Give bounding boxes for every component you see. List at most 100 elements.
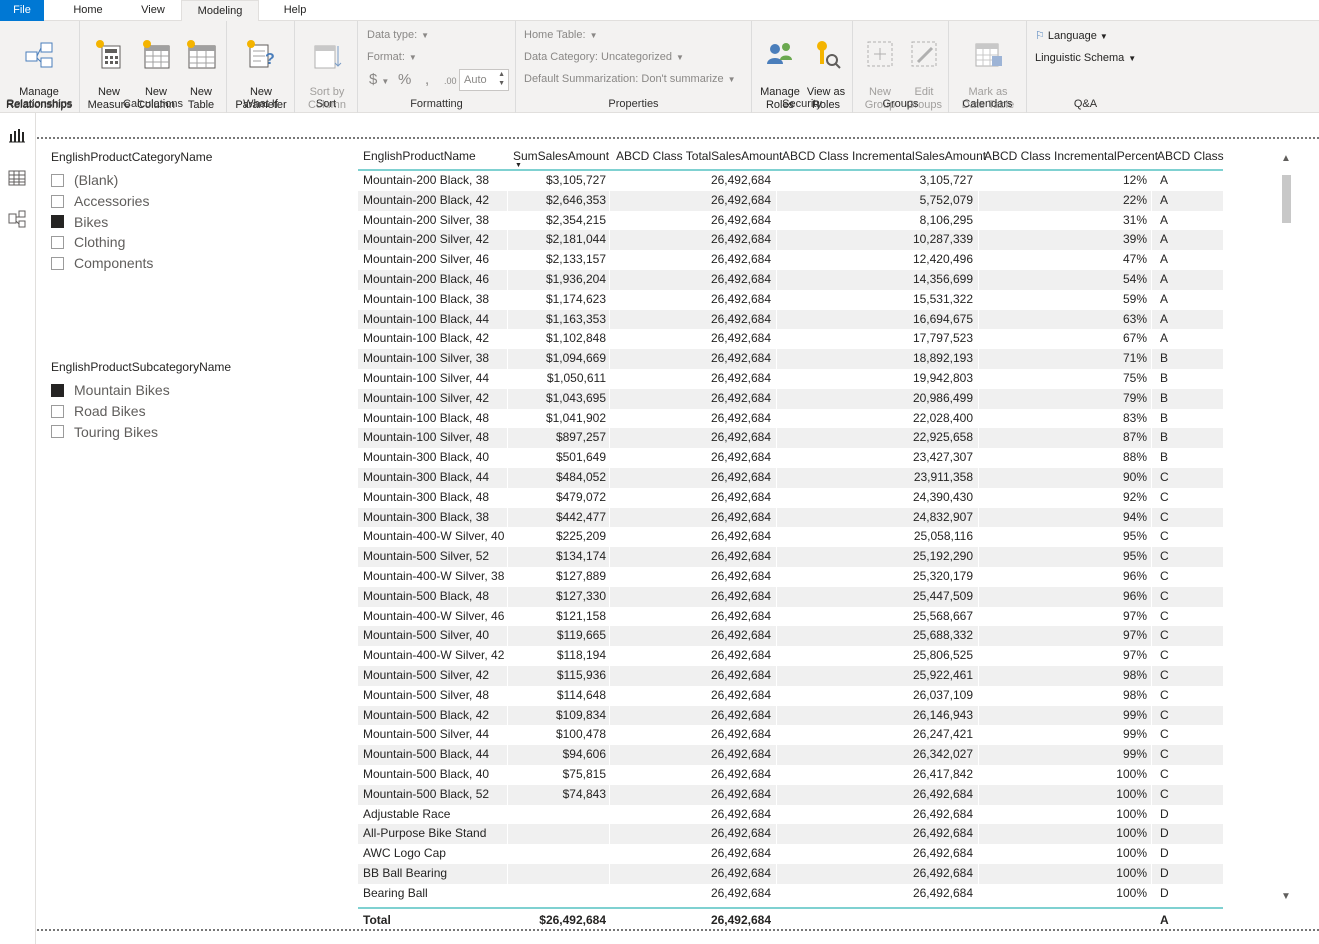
table-row[interactable]: Mountain-300 Black, 38 $442,477 26,492,684…: [358, 507, 1223, 528]
table-row[interactable]: Mountain-100 Black, 42 $1,102,848 26,492,6…: [358, 329, 1223, 350]
decimals-button[interactable]: .00: [444, 76, 457, 86]
table-row[interactable]: Mountain-500 Black, 48 $127,330 26,492,684…: [358, 586, 1223, 607]
table-row[interactable]: Mountain-500 Silver, 40 $119,665 26,492,68…: [358, 626, 1223, 647]
cell-product-name: Mountain-200 Black, 42: [363, 192, 490, 207]
column-separator: [776, 566, 777, 587]
table-row[interactable]: Bearing Ball 26,492,684 26,492,684 100% D: [358, 883, 1223, 904]
tab-file[interactable]: File: [0, 0, 44, 21]
cell-incremental-sales: 24,390,430: [912, 489, 973, 504]
column-separator: [507, 388, 508, 409]
tab-help[interactable]: Help: [268, 0, 322, 21]
slicer-item[interactable]: Clothing: [51, 232, 212, 253]
table-row[interactable]: Mountain-100 Silver, 44 $1,050,611 26,492,…: [358, 368, 1223, 389]
table-row[interactable]: Mountain-500 Black, 44 $94,606 26,492,684 2…: [358, 745, 1223, 765]
table-row[interactable]: AWC Logo Cap 26,492,684 26,492,684 100% D: [358, 844, 1223, 864]
column-separator: [978, 586, 979, 607]
cell-incremental-percent: 39%: [1122, 232, 1147, 247]
table-row[interactable]: Mountain-400-W Silver, 38 $127,889 26,492,…: [358, 566, 1223, 587]
slicer-item[interactable]: Mountain Bikes: [51, 380, 231, 401]
tab-home[interactable]: Home: [60, 0, 116, 21]
data-category-dropdown[interactable]: Data Category: Uncategorized ▼: [524, 51, 684, 63]
table-row[interactable]: Mountain-500 Black, 52 $74,843 26,492,684 2…: [358, 784, 1223, 805]
default-summarization-dropdown[interactable]: Default Summarization: Don't summarize ▼: [524, 73, 735, 85]
slicer-item[interactable]: (Blank): [51, 170, 212, 191]
table-row[interactable]: Mountain-200 Silver, 38 $2,354,215 26,492,…: [358, 210, 1223, 231]
home-table-dropdown[interactable]: Home Table: ▼: [524, 29, 597, 41]
format-dropdown[interactable]: Format: ▼: [367, 51, 417, 63]
column-separator: [609, 408, 610, 429]
table-row[interactable]: Mountain-500 Silver, 48 $114,648 26,492,68…: [358, 685, 1223, 706]
scroll-down-icon[interactable]: ▼: [1281, 891, 1291, 902]
checkbox-icon[interactable]: [51, 194, 64, 208]
tab-view[interactable]: View: [126, 0, 180, 21]
slicer-item[interactable]: Accessories: [51, 191, 212, 212]
table-row[interactable]: Mountain-500 Black, 42 $109,834 26,492,684…: [358, 705, 1223, 726]
slicer-item[interactable]: Touring Bikes: [51, 421, 231, 442]
checkbox-checked-icon[interactable]: [51, 215, 64, 229]
column-separator: [507, 626, 508, 647]
column-header-incremental-sales[interactable]: ABCD Class IncrementalSalesAmount: [782, 149, 986, 163]
cell-product-name: Mountain-500 Black, 48: [363, 588, 490, 603]
scroll-up-icon[interactable]: ▲: [1281, 153, 1291, 164]
table-row[interactable]: Mountain-100 Silver, 42 $1,043,695 26,492,…: [358, 388, 1223, 409]
slicer-item[interactable]: Road Bikes: [51, 401, 231, 422]
data-view-icon[interactable]: [7, 168, 27, 188]
model-view-icon[interactable]: [7, 209, 27, 229]
data-type-dropdown[interactable]: Data type: ▼: [367, 29, 429, 41]
checkbox-icon[interactable]: [51, 173, 64, 187]
table-row[interactable]: Mountain-100 Silver, 38 $1,094,669 26,492,…: [358, 349, 1223, 369]
slicer-item[interactable]: Components: [51, 253, 212, 274]
percent-button[interactable]: %: [398, 71, 411, 88]
table-row[interactable]: Mountain-100 Black, 48 $1,041,902 26,492,6…: [358, 408, 1223, 429]
table-scrollbar[interactable]: ▲ ▼: [1280, 153, 1292, 903]
table-row[interactable]: Mountain-400-W Silver, 46 $121,158 26,492,…: [358, 606, 1223, 627]
language-dropdown[interactable]: ⚐ Language ▼: [1035, 29, 1108, 42]
report-view-icon[interactable]: [7, 125, 27, 145]
table-row[interactable]: Mountain-200 Black, 38 $3,105,727 26,492,6…: [358, 171, 1223, 191]
column-header-sum-sales[interactable]: SumSalesAmount: [513, 149, 609, 163]
table-row[interactable]: Mountain-300 Black, 44 $484,052 26,492,684…: [358, 467, 1223, 488]
cell-incremental-percent: 97%: [1122, 608, 1147, 623]
tab-modeling[interactable]: Modeling: [181, 0, 259, 22]
checkbox-icon[interactable]: [51, 256, 64, 270]
table-row[interactable]: BB Ball Bearing 26,492,684 26,492,684 100% D: [358, 863, 1223, 884]
comma-button[interactable]: ,: [425, 71, 429, 88]
table-row[interactable]: Mountain-100 Black, 38 $1,174,623 26,492,6…: [358, 289, 1223, 310]
column-header-total-sales[interactable]: ABCD Class TotalSalesAmount: [616, 149, 783, 163]
table-row[interactable]: Mountain-200 Silver, 42 $2,181,044 26,492,…: [358, 230, 1223, 251]
slicer-item[interactable]: Bikes: [51, 211, 212, 232]
checkbox-icon[interactable]: [51, 235, 64, 249]
table-row[interactable]: Mountain-500 Black, 40 $75,815 26,492,684 2…: [358, 764, 1223, 785]
checkbox-icon[interactable]: [51, 425, 64, 439]
table-row[interactable]: Mountain-100 Silver, 48 $897,257 26,492,68…: [358, 428, 1223, 449]
table-row[interactable]: Mountain-500 Silver, 42 $115,936 26,492,68…: [358, 665, 1223, 686]
scroll-thumb[interactable]: [1282, 175, 1291, 223]
checkbox-checked-icon[interactable]: [51, 383, 64, 397]
column-separator: [776, 883, 777, 904]
table-row[interactable]: Mountain-300 Black, 48 $479,072 26,492,684…: [358, 487, 1223, 508]
table-row[interactable]: Adjustable Race 26,492,684 26,492,684 100% D: [358, 804, 1223, 825]
cell-incremental-sales: 26,247,421: [912, 727, 973, 742]
column-header-product-name[interactable]: EnglishProductName: [363, 149, 476, 163]
column-header-abcd-class[interactable]: ABCD Class: [1157, 149, 1224, 163]
cell-total-sales: 26,492,684: [710, 370, 771, 385]
table-row[interactable]: Mountain-200 Black, 46 $1,936,204 26,492,6…: [358, 269, 1223, 290]
table-row[interactable]: Mountain-400-W Silver, 42 $118,194 26,492,…: [358, 646, 1223, 666]
table-row[interactable]: Mountain-100 Black, 44 $1,163,353 26,492,6…: [358, 309, 1223, 330]
cell-incremental-percent: 75%: [1122, 370, 1147, 385]
decimal-places-stepper[interactable]: Auto ▲ ▼: [459, 69, 509, 91]
linguistic-schema-dropdown[interactable]: Linguistic Schema ▼: [1035, 52, 1136, 64]
column-header-incremental-percent[interactable]: ABCD Class IncrementalPercent: [984, 149, 1158, 163]
table-row[interactable]: Mountain-500 Silver, 52 $134,174 26,492,68…: [358, 547, 1223, 567]
column-separator: [609, 883, 610, 904]
table-row[interactable]: Mountain-300 Black, 40 $501,649 26,492,684…: [358, 448, 1223, 468]
table-row[interactable]: Mountain-200 Black, 42 $2,646,353 26,492,6…: [358, 190, 1223, 211]
table-row[interactable]: Mountain-200 Silver, 46 $2,133,157 26,492,…: [358, 250, 1223, 270]
table-row[interactable]: Mountain-500 Silver, 44 $100,478 26,492,68…: [358, 725, 1223, 746]
currency-button[interactable]: $ ▼: [369, 71, 389, 88]
checkbox-icon[interactable]: [51, 404, 64, 418]
cell-incremental-sales: 26,492,684: [912, 786, 973, 801]
table-row[interactable]: All-Purpose Bike Stand 26,492,684 26,492,6…: [358, 824, 1223, 845]
cell-abcd-class: C: [1160, 707, 1169, 722]
table-row[interactable]: Mountain-400-W Silver, 40 $225,209 26,492,…: [358, 527, 1223, 548]
